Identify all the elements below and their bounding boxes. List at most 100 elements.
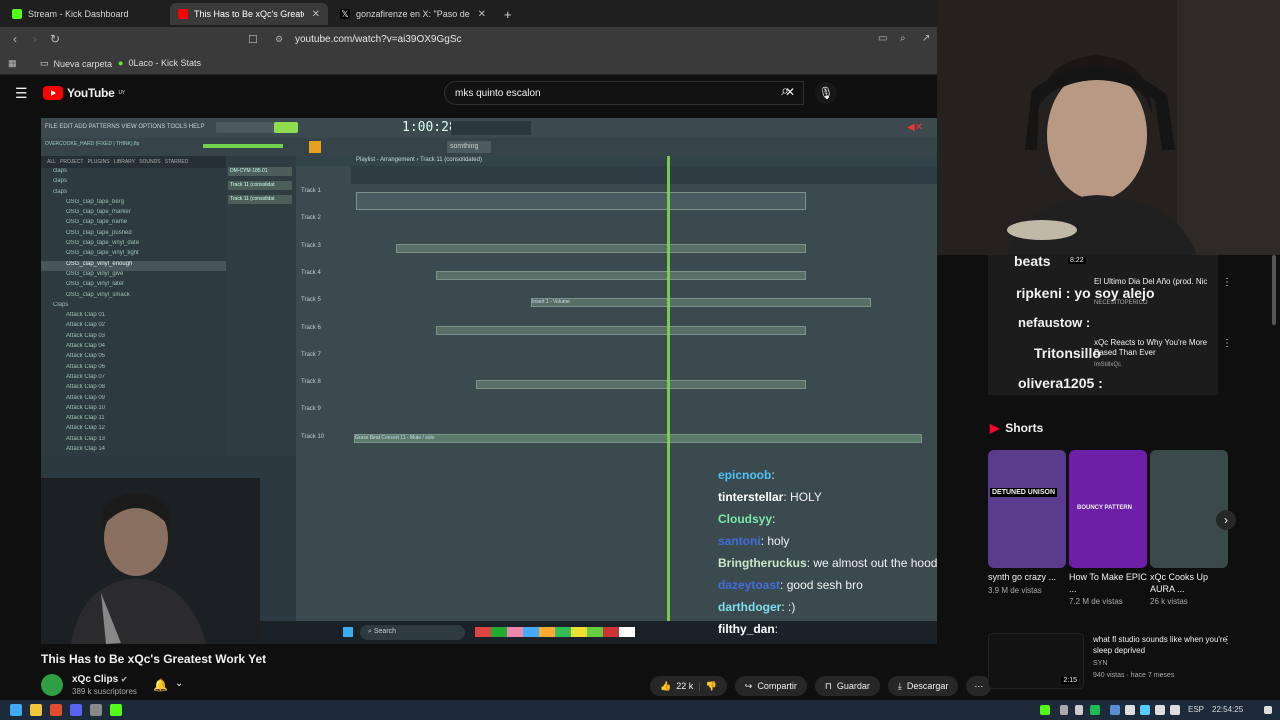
waveform-monitor xyxy=(451,121,531,135)
more-options-icon[interactable]: ⋮ xyxy=(1222,635,1232,646)
forward-icon[interactable]: › xyxy=(25,32,45,46)
short-card[interactable]: BOUNCY PATTERN How To Make EPIC ... 7.2 … xyxy=(1069,450,1147,606)
like-button[interactable]: 👍 22 k | 👎 xyxy=(650,676,727,696)
bookmark-folder[interactable]: ▭ Nueva carpeta xyxy=(40,58,112,69)
share-page-icon[interactable]: ↗ xyxy=(922,33,930,44)
channel-name[interactable]: xQc Clips ✔ xyxy=(72,674,128,685)
clip xyxy=(436,271,806,280)
volume-slider xyxy=(203,144,283,148)
video-title[interactable]: xQc Reacts to Why You're More Based Than… xyxy=(1094,338,1232,359)
fl-browser: ALL PROJECT PLUGINS LIBRARY SOUNDS STARR… xyxy=(41,156,226,456)
video-thumbnail[interactable]: 2:15 xyxy=(988,633,1084,689)
browser-item: Attack Clap 11 xyxy=(66,415,105,422)
tray-icon[interactable] xyxy=(1125,705,1135,715)
url-field[interactable]: ⚙ youtube.com/watch?v=ai39OX9GgSc xyxy=(270,30,870,50)
clip xyxy=(476,380,806,389)
tab-youtube-video[interactable]: This Has to Be xQc's Greatest ✕ xyxy=(170,3,328,25)
recommended-video-overlay: beats 8:22 ripkeni : yo soy alejo nefaus… xyxy=(988,253,1218,395)
start-icon[interactable] xyxy=(10,704,22,716)
search-input[interactable]: mks quinto escalon ✕ xyxy=(444,81,804,105)
share-label: Compartir xyxy=(757,681,797,691)
microphone-icon[interactable] xyxy=(1075,705,1083,715)
clip xyxy=(436,326,806,335)
browser-item: Claps xyxy=(53,301,69,308)
back-icon[interactable]: ‹ xyxy=(5,32,25,46)
channel-avatar[interactable] xyxy=(41,674,63,696)
chevron-down-icon[interactable]: ⌄ xyxy=(175,678,183,689)
zoom-icon[interactable]: ⌕ xyxy=(900,33,906,44)
bookmark-label: 0Laco - Kick Stats xyxy=(128,58,201,68)
taskbar-search-label: Search xyxy=(373,628,397,635)
video-title[interactable]: El Ultimo Dia Del Año (prod. Nic xyxy=(1094,277,1232,286)
clock[interactable]: 22:54:25 xyxy=(1212,705,1243,714)
short-views: 7.2 M de vistas xyxy=(1069,597,1123,607)
overlay-text: nefaustow : xyxy=(1018,315,1091,330)
menu-icon[interactable]: ☰ xyxy=(15,85,28,102)
browser-item: Attack Clap 12 xyxy=(66,425,106,432)
chat-separator: : xyxy=(774,622,779,636)
more-options-icon[interactable]: ⋮ xyxy=(1222,277,1232,288)
overlay-text: ripkeni : yo soy alejo xyxy=(1016,285,1155,301)
browser-item: Attack Clap 08 xyxy=(66,384,106,391)
browser-item: Attack Clap 13 xyxy=(66,435,106,442)
address-bar-row: ‹ › ↻ ☐ ⚙ youtube.com/watch?v=ai39OX9GgS… xyxy=(0,27,937,53)
video-title[interactable]: what fl studio sounds like when you're s… xyxy=(1093,635,1228,657)
reload-icon[interactable]: ↻ xyxy=(45,32,65,46)
chat-text: :) xyxy=(788,600,796,614)
app-icon[interactable] xyxy=(90,704,102,716)
notification-bell-icon[interactable]: 🔔 xyxy=(153,678,168,692)
language-indicator[interactable]: ESP xyxy=(1188,705,1204,714)
short-views: 26 k vistas xyxy=(1150,597,1188,607)
tray-app-icon[interactable] xyxy=(1040,705,1050,715)
tab-x-post[interactable]: 𝕏 gonzafirenze en X: "Paso de Coscu d ✕ xyxy=(332,3,494,25)
search-icon[interactable]: ⌕ xyxy=(773,82,797,106)
page-scrollbar[interactable] xyxy=(1272,255,1276,325)
chat-message: tinterstellar: HOLY xyxy=(718,490,822,504)
kick-icon[interactable] xyxy=(110,704,122,716)
youtube-icon xyxy=(178,9,188,19)
new-tab-button[interactable]: + xyxy=(496,3,516,25)
save-button[interactable]: ⊓ Guardar xyxy=(814,676,880,696)
microphone-icon[interactable]: 🎙 xyxy=(815,82,837,104)
fl-menu-bar: FILE EDIT ADD PATTERNS VIEW OPTIONS TOOL… xyxy=(41,118,937,138)
file-explorer-icon[interactable] xyxy=(30,704,42,716)
tab-kick-dashboard[interactable]: Stream - Kick Dashboard xyxy=(4,3,166,25)
cast-icon[interactable]: ▭ xyxy=(878,33,887,44)
pattern-item: DM-CYM-185.01 xyxy=(228,167,292,176)
tray-icon[interactable] xyxy=(1110,705,1120,715)
share-button[interactable]: ↪ Compartir xyxy=(734,676,807,696)
chat-username: darthdoger xyxy=(718,600,782,614)
thumbs-down-icon[interactable]: 👎 xyxy=(706,681,717,692)
notification-icon[interactable] xyxy=(1264,706,1272,714)
site-info-icon[interactable]: ⚙ xyxy=(275,34,283,45)
windows-start-icon xyxy=(343,627,353,637)
tray-icon[interactable] xyxy=(1060,705,1068,715)
track-label: Track 1 xyxy=(301,188,321,194)
short-card[interactable]: xQc Cooks Up AURA ... 26 k vistas xyxy=(1150,450,1228,606)
spotify-icon[interactable] xyxy=(1090,705,1100,715)
tray-icon[interactable] xyxy=(1140,705,1150,715)
shorts-next-button[interactable]: › xyxy=(1216,510,1236,530)
volume-icon[interactable] xyxy=(1170,705,1180,715)
playlist-title: Playlist - Arrangement xyxy=(356,157,415,163)
kick-icon xyxy=(12,9,22,19)
bookmark-star-icon[interactable]: ☐ xyxy=(248,33,258,46)
youtube-logo[interactable]: YouTube UY xyxy=(43,86,125,100)
close-tab-icon[interactable]: ✕ xyxy=(312,9,320,20)
video-player[interactable]: FILE EDIT ADD PATTERNS VIEW OPTIONS TOOL… xyxy=(41,118,937,644)
chat-username: Bringtheruckus xyxy=(718,556,807,570)
shorts-heading: ▶ Shorts xyxy=(990,421,1043,435)
brave-icon[interactable] xyxy=(50,704,62,716)
close-tab-icon[interactable]: ✕ xyxy=(478,9,486,20)
download-button[interactable]: ⤓ Descargar xyxy=(887,676,959,696)
discord-icon[interactable] xyxy=(70,704,82,716)
chat-separator: : xyxy=(771,468,775,482)
short-card[interactable]: DETUNED UNISON synth go crazy ... 3.9 M … xyxy=(988,450,1066,595)
network-icon[interactable] xyxy=(1155,705,1165,715)
browser-item: OSG_clap_vinyl_later xyxy=(66,281,125,288)
apps-grid-icon[interactable]: ▦ xyxy=(8,58,17,69)
more-options-icon[interactable]: ⋮ xyxy=(1222,338,1232,349)
fl-menu: FILE EDIT ADD PATTERNS VIEW OPTIONS TOOL… xyxy=(45,124,205,130)
stream-chat-overlay: epicnoob: tinterstellar: HOLY Cloudsyy: s… xyxy=(718,468,937,644)
bookmark-kick-stats[interactable]: ● 0Laco - Kick Stats xyxy=(118,58,201,68)
